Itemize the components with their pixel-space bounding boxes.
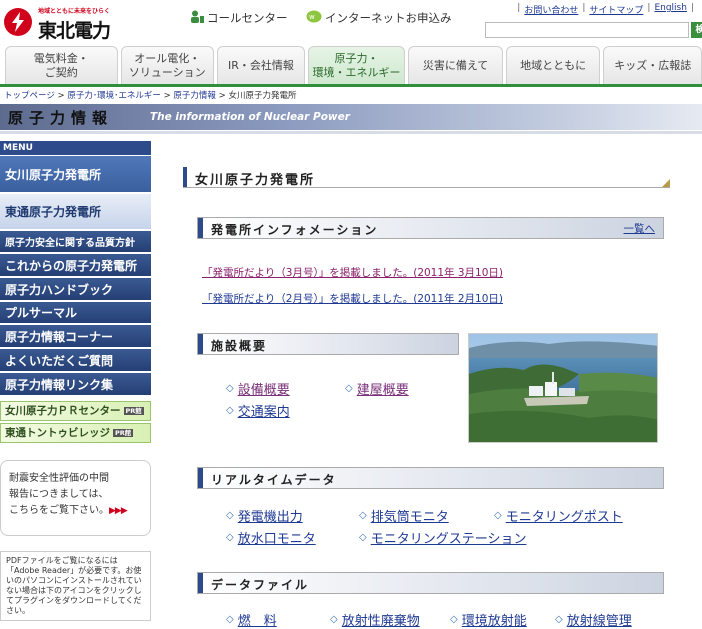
section-facility-label: 施設概要 [211,339,268,353]
tab-rates[interactable]: 電気料金・ ご契約 [5,46,118,84]
banner-title: 原子力情報 [8,109,114,127]
logo-tagline: 地域とともに未来をひらく [38,8,111,15]
section-info-header: 発電所インフォメーション 一覧へ [197,217,664,239]
arrow-icon: ◇ [494,510,502,521]
sidebar-item-onagawa[interactable]: 女川原子力発電所 [0,156,151,193]
sitemap-link[interactable]: サイトマップ [589,3,643,16]
banner-divider [0,131,702,134]
realtime-link-generator[interactable]: ◇ 発電機出力 [226,506,303,525]
breadcrumb-nuclear[interactable]: 原子力･環境･エネルギー [67,91,161,101]
arrow-icon: ▶▶▶ [109,506,128,516]
call-center-label: コールセンター [207,11,288,25]
arrow-icon: ◇ [345,383,353,394]
logo-name: 東北電力 [38,20,111,42]
sidebar-item-higashidori[interactable]: 東通原子力発電所 [0,194,151,230]
section-info-label: 発電所インフォメーション [211,223,379,237]
internet-apply-link[interactable]: w インターネットお申込み [306,10,452,26]
pr-center-higashidori[interactable]: 東通トントゥビレッジ PR館 [0,423,151,443]
call-center-link[interactable]: コールセンター [190,10,288,26]
breadcrumb-current: 女川原子力発電所 [228,91,297,101]
sidebar-item-quality-policy[interactable]: 原子力安全に関する品質方針 [0,231,151,253]
tab-ir[interactable]: IR・会社情報 [217,46,305,84]
arrow-icon: ◇ [226,383,234,394]
pr-badge: PR館 [113,429,134,437]
pr-badge: PR館 [123,407,144,415]
section-facility-header: 施設概要 [197,333,459,355]
facility-link-equipment[interactable]: ◇ 設備概要 [226,379,290,398]
search-input[interactable] [485,22,689,38]
news-item[interactable]: 「発電所だより（2月号）」を掲載しました。(2011年 2月10日) [202,291,503,306]
realtime-link-outlet-monitor[interactable]: ◇ 放水口モニタ [226,528,316,547]
pr-center-onagawa[interactable]: 女川原子力ＰＲセンター PR館 [0,401,151,421]
realtime-link-monitoring-station[interactable]: ◇ モニタリングステーション [359,528,526,547]
page-title: 女川原子力発電所 [195,173,316,188]
arrow-icon: ◇ [226,532,234,543]
realtime-link-monitoring-post[interactable]: ◇ モニタリングポスト [494,506,623,525]
sidebar-item-handbook[interactable]: 原子力ハンドブック [0,278,151,301]
pdf-notice: PDFファイルをご覧になるには「Adobe Reader」が必要です。お使いのパ… [0,551,151,621]
section-datafile-header: データファイル [197,572,664,594]
sidebar-menu-heading: MENU [0,141,151,155]
banner-subtitle: The information of Nuclear Power [150,111,350,123]
site-header: 地域とともに未来をひらく 東北電力 コールセンター w インターネットお申込み … [0,0,702,44]
tab-kids[interactable]: キッズ・広報誌 [603,46,702,84]
sidebar-item-links[interactable]: 原子力情報リンク集 [0,373,151,396]
breadcrumb: トップページ > 原子力･環境･エネルギー > 原子力情報 > 女川原子力発電所 [4,91,297,101]
tab-community[interactable]: 地域とともに [505,46,601,84]
info-list-link[interactable]: 一覧へ [624,221,656,236]
sidebar-item-info-corner[interactable]: 原子力情報コーナー [0,325,151,348]
arrow-icon: ◇ [359,510,367,521]
internet-apply-label: インターネットお申込み [325,11,452,25]
nav-underline [0,84,702,87]
section-banner: 原子力情報 The information of Nuclear Power [0,104,702,130]
page-title-bar: 女川原子力発電所 [183,167,670,188]
global-nav: 電気料金・ ご契約 オール電化・ ソリューション IR・会社情報 原子力・ 環境・エネ… [0,46,702,88]
arrow-icon: ◇ [226,405,234,416]
arrow-icon: ◇ [226,510,234,521]
tab-all-electric[interactable]: オール電化・ ソリューション [120,46,215,84]
sidebar-item-future-plants[interactable]: これからの原子力発電所 [0,254,151,277]
realtime-link-stack-monitor[interactable]: ◇ 排気筒モニタ [359,506,449,525]
english-link[interactable]: English [654,3,687,16]
tab-disaster[interactable]: 災害に備えて [408,46,503,84]
lightning-icon [4,8,32,36]
company-logo[interactable]: 地域とともに未来をひらく 東北電力 [4,6,134,42]
news-item[interactable]: 「発電所だより（3月号）」を掲載しました。(2011年 3月10日) [202,265,503,280]
facility-link-building[interactable]: ◇ 建屋概要 [345,379,409,398]
section-datafile-label: データファイル [211,578,310,592]
breadcrumb-home[interactable]: トップページ [4,91,55,101]
utility-links: | お問い合わせ | サイトマップ | English | [517,3,694,16]
sidebar-item-faq[interactable]: よくいただくご質問 [0,349,151,372]
breadcrumb-nuclear-info[interactable]: 原子力情報 [173,91,216,101]
svg-text:w: w [309,13,315,21]
contact-link[interactable]: お問い合わせ [524,3,578,16]
section-realtime-label: リアルタイムデータ [211,473,337,487]
seismic-notice[interactable]: 耐震安全性評価の中間 報告につきましては、 こちらをご覧下さい。▶▶▶ [0,460,151,536]
internet-icon: w [306,10,322,26]
tab-nuclear[interactable]: 原子力・ 環境・エネルギー [307,46,406,84]
search-button[interactable]: 検索 [691,22,702,38]
power-plant-photo [468,333,658,443]
call-center-icon [190,10,204,26]
sidebar-item-pluthermal[interactable]: プルサーマル [0,302,151,324]
facility-link-access[interactable]: ◇ 交通案内 [226,401,290,420]
section-realtime-header: リアルタイムデータ [197,467,664,489]
arrow-icon: ◇ [359,532,367,543]
